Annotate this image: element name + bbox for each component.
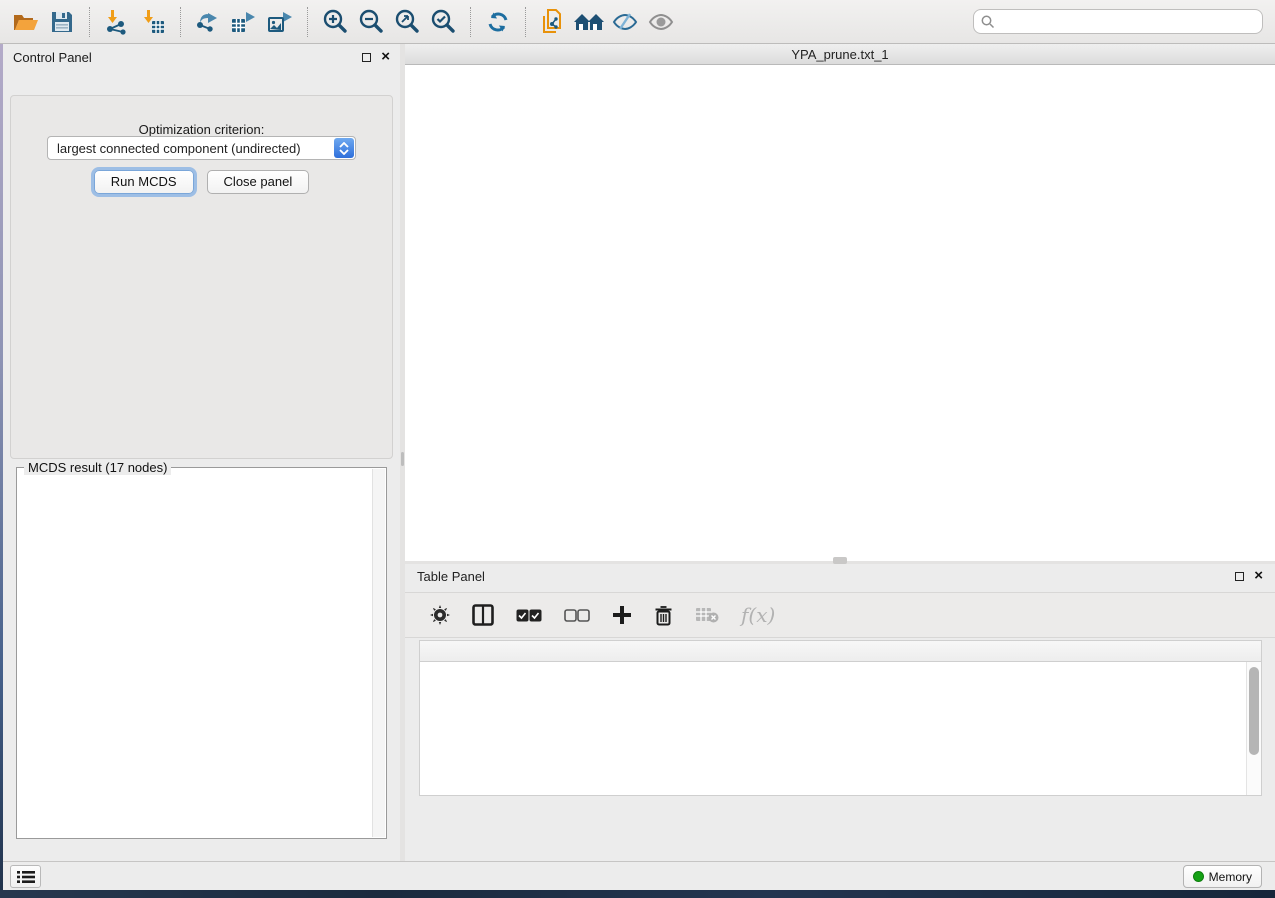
network-canvas[interactable] (405, 65, 1275, 561)
memory-button[interactable]: Memory (1183, 865, 1262, 888)
refresh-button[interactable] (480, 5, 516, 39)
node-table (419, 640, 1262, 796)
export-table-button[interactable] (226, 5, 262, 39)
import-table-icon (140, 9, 166, 35)
export-network-button[interactable] (190, 5, 226, 39)
clone-network-icon (540, 8, 566, 36)
close-panel-button[interactable]: Close panel (207, 170, 310, 194)
table-header-row (420, 641, 1261, 662)
zoom-out-icon (358, 8, 385, 35)
zoom-fit-button[interactable] (389, 5, 425, 39)
zoom-in-button[interactable] (317, 5, 353, 39)
zoom-selected-icon (430, 8, 457, 35)
function-builder-icon: f(x) (741, 603, 775, 627)
run-mcds-button[interactable]: Run MCDS (94, 170, 194, 194)
mcds-result-list (19, 474, 370, 836)
open-file-button[interactable] (8, 5, 44, 39)
import-table-button[interactable] (135, 5, 171, 39)
export-network-icon (194, 9, 222, 35)
select-all-icon[interactable] (516, 609, 542, 622)
export-image-icon (266, 9, 294, 35)
table-scrollbar[interactable] (1246, 662, 1261, 795)
delete-table-icon (695, 607, 719, 623)
zoom-out-button[interactable] (353, 5, 389, 39)
mcds-result-title: MCDS result (17 nodes) (24, 460, 171, 475)
memory-label: Memory (1209, 870, 1252, 884)
home-button[interactable] (571, 5, 607, 39)
deselect-all-icon[interactable] (564, 609, 590, 622)
toolbar-separator (89, 7, 90, 37)
show-graphics-icon (647, 10, 675, 34)
scrollbar-thumb[interactable] (1249, 667, 1259, 755)
optimization-criterion-select[interactable]: largest connected component (undirected) (47, 136, 356, 160)
control-panel: Control Panel × Optimization criterion: … (3, 44, 400, 861)
mcds-result-scrollbar[interactable] (372, 469, 385, 837)
control-panel-title: Control Panel (13, 50, 92, 65)
network-window-titlebar[interactable]: YPA_prune.txt_1 (405, 44, 1275, 65)
column-visibility-icon[interactable] (472, 604, 494, 626)
table-panel-title: Table Panel (417, 569, 485, 584)
float-panel-icon[interactable] (362, 53, 371, 62)
save-icon (50, 10, 74, 34)
settings-gear-icon[interactable] (430, 605, 450, 625)
network-window-title: YPA_prune.txt_1 (405, 47, 1275, 62)
zoom-selected-button[interactable] (425, 5, 461, 39)
toolbar-separator (180, 7, 181, 37)
home-icon (573, 10, 605, 34)
import-network-icon (104, 9, 130, 35)
hide-graphics-button[interactable] (607, 5, 643, 39)
table-body (420, 662, 1246, 795)
search-input[interactable] (996, 12, 1262, 32)
splitter-grip (401, 452, 404, 466)
toolbar-separator (525, 7, 526, 37)
control-panel-titlebar: Control Panel × (3, 44, 400, 70)
clone-network-button[interactable] (535, 5, 571, 39)
status-bar: Memory (3, 861, 1275, 890)
memory-status-icon (1193, 871, 1204, 882)
close-panel-icon[interactable]: × (381, 52, 390, 62)
delete-row-icon[interactable] (654, 605, 673, 626)
table-panel-titlebar: Table Panel × (405, 564, 1275, 588)
export-table-icon (230, 9, 258, 35)
mcds-result-box: MCDS result (17 nodes) (16, 467, 387, 839)
toolbar-separator (470, 7, 471, 37)
import-network-button[interactable] (99, 5, 135, 39)
save-button[interactable] (44, 5, 80, 39)
search-icon (980, 14, 996, 30)
close-panel-icon[interactable]: × (1254, 571, 1263, 581)
toolbar-separator (307, 7, 308, 37)
show-graphics-button[interactable] (643, 5, 679, 39)
show-task-history-button[interactable] (10, 865, 41, 888)
optimization-criterion-value: largest connected component (undirected) (57, 141, 301, 156)
float-panel-icon[interactable] (1235, 572, 1244, 581)
table-toolbar: f(x) (405, 592, 1275, 638)
mcds-tab-content: Optimization criterion: largest connecte… (10, 95, 393, 459)
task-list-icon (17, 870, 35, 884)
desktop-background (0, 890, 1275, 898)
hide-graphics-icon (611, 10, 639, 34)
export-image-button[interactable] (262, 5, 298, 39)
main-toolbar (0, 0, 1275, 44)
open-folder-icon (12, 10, 40, 34)
zoom-in-icon (322, 8, 349, 35)
add-row-icon[interactable] (612, 605, 632, 625)
splitter-handle[interactable] (833, 557, 847, 564)
zoom-fit-icon (394, 8, 421, 35)
refresh-icon (485, 9, 511, 35)
dropdown-stepper-icon (334, 138, 354, 158)
search-box[interactable] (973, 9, 1263, 34)
table-panel: Table Panel × f(x) (405, 564, 1275, 861)
optimization-criterion-label: Optimization criterion: (11, 122, 392, 137)
